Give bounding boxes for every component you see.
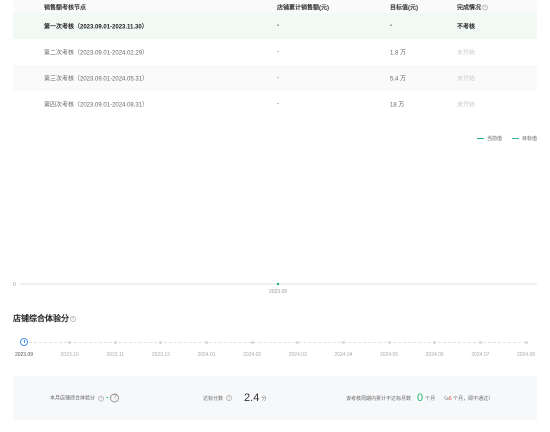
row-target: 18 万 bbox=[390, 102, 405, 109]
timeline-dot bbox=[524, 341, 528, 344]
timeline-dot bbox=[433, 341, 437, 344]
row-sales: - bbox=[277, 75, 279, 81]
pass-unit: 分 bbox=[261, 395, 267, 402]
y-tick-label: 0 bbox=[13, 282, 16, 288]
data-point-target[interactable] bbox=[276, 282, 280, 286]
x-tick-label: 2023.09 bbox=[269, 289, 287, 295]
timeline-node[interactable]: 2023.09 bbox=[4, 333, 44, 358]
timeline-label: 2024.06 bbox=[425, 352, 444, 358]
row-sales: - bbox=[277, 23, 279, 29]
timeline-label: 2024.08 bbox=[516, 352, 536, 358]
row-status: 不考核 bbox=[457, 24, 476, 31]
summary-bar: 本月店铺综合体验分 ? - ? 达标分数 ? 2.4 分 该考核周期内累计不达标… bbox=[13, 376, 537, 420]
help-icon[interactable]: ? bbox=[226, 395, 233, 401]
months-note-prefix: （≥ bbox=[441, 395, 449, 402]
months-summary: 该考核周期内累计不达标月数 0 个月 （≥6 个月，即不通过） bbox=[346, 392, 493, 404]
table-row: 第四次考核（2023.09.01-2024.08.31） - 18 万 未开始 bbox=[13, 91, 537, 117]
row-node: 第一次考核（2023.09.01-2023.11.30） bbox=[44, 24, 148, 31]
row-target: - bbox=[390, 23, 392, 29]
timeline-label: 2024.07 bbox=[471, 352, 490, 358]
table-row: 第一次考核（2023.09.01-2023.11.30） - - 不考核 bbox=[13, 13, 537, 39]
timeline-node[interactable]: 2023.12 bbox=[141, 333, 181, 358]
timeline-label: 2024.01 bbox=[197, 352, 216, 358]
legend-swatch bbox=[511, 137, 519, 140]
timeline-dot bbox=[342, 341, 345, 344]
timeline-label: 2023.12 bbox=[151, 352, 170, 358]
row-node: 第四次考核（2023.09.01-2024.08.31） bbox=[44, 102, 149, 109]
timeline-label: 2023.09 bbox=[14, 352, 34, 358]
header-status-label: 完成情况 bbox=[457, 5, 482, 11]
table-row: 第三次考核（2023.09.01-2024.05.31） - 5.4 万 未开始 bbox=[13, 65, 537, 91]
timeline-dot bbox=[113, 341, 117, 344]
timeline-node[interactable]: 2024.08 bbox=[506, 333, 546, 358]
timeline-node[interactable]: 2023.10 bbox=[50, 333, 90, 358]
clock-icon bbox=[20, 338, 28, 346]
score-summary: 本月店铺综合体验分 ? - ? bbox=[50, 393, 120, 403]
chart-points bbox=[276, 282, 280, 286]
row-sales: - bbox=[277, 101, 279, 107]
timeline-node[interactable]: 2024.05 bbox=[369, 333, 409, 358]
header-sales: 店铺累计销售额(元) bbox=[277, 5, 329, 11]
timeline-label: 2023.11 bbox=[106, 352, 125, 358]
pass-summary: 达标分数 ? 2.4 分 bbox=[203, 392, 266, 404]
sales-line-chart: 0 2023.09 bbox=[13, 282, 537, 295]
header-target: 目标值(元) bbox=[390, 5, 418, 11]
row-node: 第三次考核（2023.09.01-2024.05.31） bbox=[44, 76, 149, 83]
legend-swatch bbox=[476, 137, 484, 140]
months-label: 该考核周期内累计不达标月数 bbox=[346, 395, 412, 402]
pass-label: 达标分数 bbox=[203, 395, 224, 402]
row-target: 1.8 万 bbox=[390, 50, 407, 57]
timeline-label: 2024.02 bbox=[243, 352, 262, 358]
timeline-dot bbox=[387, 341, 391, 344]
timeline-label: 2024.04 bbox=[334, 352, 353, 358]
timeline-dot bbox=[68, 341, 72, 344]
row-target: 5.4 万 bbox=[390, 76, 407, 83]
row-status: 未开始 bbox=[457, 76, 476, 83]
months-note: （≥6 个月，即不通过） bbox=[441, 395, 493, 402]
score-label: 本月店铺综合体验分 bbox=[50, 395, 96, 402]
table-header: 销售额考核节点 店铺累计销售额(元) 目标值(元) 完成情况? bbox=[13, 0, 537, 13]
legend-label: 目标值 bbox=[521, 136, 537, 142]
table-row: 第二次考核（2023.09.01-2024.02.29） - 1.8 万 未开始 bbox=[13, 39, 537, 65]
row-node: 第二次考核（2023.09.01-2024.02.29） bbox=[44, 50, 149, 57]
month-timeline: 2023.09 2023.10 2023.11 2023.12 2024.01 … bbox=[0, 333, 550, 363]
timeline-node[interactable]: 2024.03 bbox=[278, 333, 318, 358]
header-node: 销售额考核节点 bbox=[44, 5, 87, 11]
timeline-node[interactable]: 2024.06 bbox=[415, 333, 455, 358]
header-status: 完成情况? bbox=[457, 2, 489, 11]
timeline-dot bbox=[250, 341, 254, 344]
chart-legend: 当前值 目标值 bbox=[476, 135, 537, 142]
help-icon[interactable]: ? bbox=[70, 315, 76, 322]
timeline-dot bbox=[296, 341, 300, 344]
legend-label: 当前值 bbox=[486, 136, 502, 142]
section-title-text: 店铺综合体验分 bbox=[13, 314, 69, 323]
row-status: 未开始 bbox=[457, 50, 476, 57]
timeline-node[interactable]: 2024.01 bbox=[187, 333, 227, 358]
timeline-node[interactable]: 2024.07 bbox=[460, 333, 500, 358]
timeline-label: 2024.03 bbox=[288, 352, 307, 358]
months-value: 0 bbox=[417, 392, 424, 404]
legend-item-target[interactable]: 目标值 bbox=[511, 135, 537, 142]
timeline-node[interactable]: 2023.11 bbox=[95, 333, 135, 358]
months-unit: 个月 bbox=[425, 395, 436, 402]
timeline-label: 2024.05 bbox=[380, 352, 399, 358]
help-icon[interactable]: ? bbox=[482, 4, 489, 11]
timeline-dot bbox=[159, 341, 163, 344]
timeline-dot bbox=[478, 341, 482, 344]
timeline-node[interactable]: 2024.04 bbox=[324, 333, 364, 358]
row-sales: - bbox=[277, 49, 279, 55]
timeline-label: 2023.10 bbox=[60, 352, 79, 358]
assessment-table: 销售额考核节点 店铺累计销售额(元) 目标值(元) 完成情况? 第一次考核（20… bbox=[13, 0, 537, 117]
timeline-node[interactable]: 2024.02 bbox=[232, 333, 272, 358]
timeline-dot bbox=[205, 341, 208, 344]
help-icon[interactable]: ? bbox=[98, 395, 105, 401]
pass-value: 2.4 bbox=[244, 392, 260, 404]
section-title: 店铺综合体验分? bbox=[13, 313, 76, 324]
score-value: - bbox=[106, 394, 109, 402]
months-note-suffix: 个月，即不通过） bbox=[451, 395, 494, 402]
legend-item-current[interactable]: 当前值 bbox=[476, 135, 502, 142]
row-status: 未开始 bbox=[457, 102, 476, 109]
question-icon[interactable]: ? bbox=[110, 393, 120, 403]
